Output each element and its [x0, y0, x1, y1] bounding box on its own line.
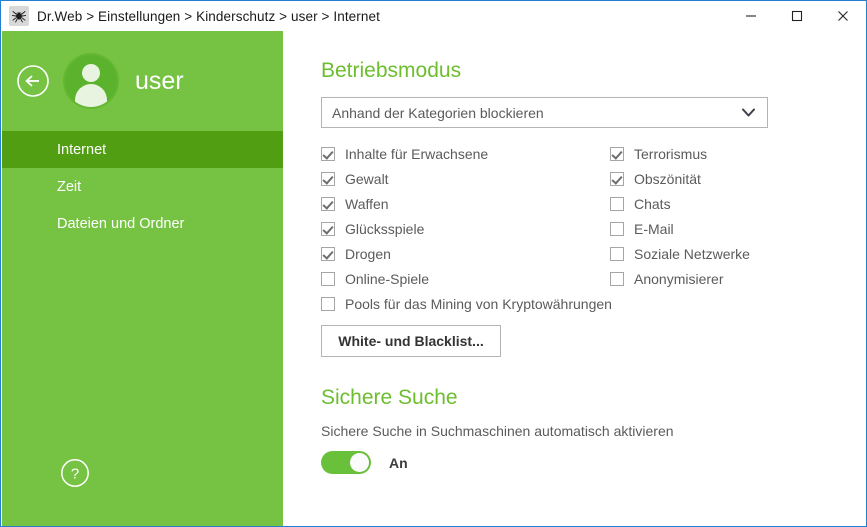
checkbox-soziale-netzwerke[interactable] [610, 246, 624, 261]
checkbox-label: Anonymisierer [634, 270, 724, 287]
sidebar-item-label: Internet [57, 141, 107, 158]
user-name-label: user [135, 66, 184, 95]
checkbox-label: Obszönität [634, 170, 701, 187]
page-title-betriebsmodus: Betriebsmodus [321, 59, 462, 82]
sidebar-item-dateien-und-ordner[interactable]: Dateien und Ordner [2, 205, 283, 242]
checkbox-online-spiele[interactable] [321, 271, 335, 286]
checkbox-e-mail[interactable] [610, 221, 624, 236]
sidebar: user Internet Zeit Dateien und Ordner ? [2, 31, 283, 526]
breadcrumb: Dr.Web > Einstellungen > Kinderschutz > … [37, 8, 380, 24]
sidebar-item-label: Dateien und Ordner [57, 215, 185, 232]
checkbox-label: E-Mail [634, 220, 674, 237]
checkbox-gewalt[interactable] [321, 171, 335, 186]
toggle-knob [350, 453, 369, 472]
svg-text:?: ? [71, 466, 79, 483]
close-icon[interactable] [820, 1, 866, 31]
checkbox-row[interactable]: Soziale Netzwerke [610, 241, 750, 266]
checkbox-anonymisierer[interactable] [610, 271, 624, 286]
white-und-blacklist-button[interactable]: White- und Blacklist... [321, 325, 501, 357]
checkbox-pools-mining-kryptowaehrungen[interactable] [321, 296, 335, 311]
spider-icon [9, 6, 29, 26]
sichere-suche-toggle[interactable] [321, 451, 371, 474]
checkbox-label: Waffen [345, 195, 389, 212]
checkbox-row[interactable]: Glücksspiele [321, 216, 612, 241]
checkbox-label: Glücksspiele [345, 220, 425, 237]
checkbox-row[interactable]: Waffen [321, 191, 612, 216]
checkbox-row[interactable]: Drogen [321, 241, 612, 266]
sidebar-nav: Internet Zeit Dateien und Ordner [2, 131, 283, 242]
checkbox-row[interactable]: Chats [610, 191, 750, 216]
category-column-right: Terrorismus Obszönität Chats E-Mail Sozi… [610, 141, 750, 291]
checkbox-row[interactable]: Inhalte für Erwachsene [321, 141, 612, 166]
checkbox-label: Gewalt [345, 170, 389, 187]
checkbox-row[interactable]: Anonymisierer [610, 266, 750, 291]
title-bar: Dr.Web > Einstellungen > Kinderschutz > … [1, 1, 866, 31]
checkbox-label: Pools für das Mining von Kryptowährungen [345, 295, 612, 312]
sichere-suche-description: Sichere Suche in Suchmaschinen automatis… [321, 423, 674, 439]
main-content: Betriebsmodus Anhand der Kategorien bloc… [283, 31, 865, 525]
sidebar-user-header: user [2, 31, 283, 131]
sidebar-item-label: Zeit [57, 178, 82, 195]
checkbox-label: Soziale Netzwerke [634, 245, 750, 262]
betriebsmodus-select[interactable]: Anhand der Kategorien blockieren [321, 97, 768, 128]
checkbox-label: Chats [634, 195, 671, 212]
checkbox-row[interactable]: E-Mail [610, 216, 750, 241]
sidebar-item-zeit[interactable]: Zeit [2, 168, 283, 205]
dr-web-settings-window: Dr.Web > Einstellungen > Kinderschutz > … [0, 0, 867, 527]
help-question-icon[interactable]: ? [60, 458, 90, 488]
checkbox-row[interactable]: Terrorismus [610, 141, 750, 166]
minimize-icon[interactable] [728, 1, 774, 31]
toggle-state-label: An [389, 454, 408, 471]
checkbox-row[interactable]: Pools für das Mining von Kryptowährungen [321, 291, 612, 316]
checkbox-inhalte-fuer-erwachsene[interactable] [321, 146, 335, 161]
checkbox-gluecksspiele[interactable] [321, 221, 335, 236]
checkbox-row[interactable]: Online-Spiele [321, 266, 612, 291]
checkbox-row[interactable]: Gewalt [321, 166, 612, 191]
maximize-icon[interactable] [774, 1, 820, 31]
chevron-down-icon [742, 108, 755, 117]
window-controls [728, 1, 866, 31]
checkbox-waffen[interactable] [321, 196, 335, 211]
avatar-body [75, 84, 107, 107]
checkbox-terrorismus[interactable] [610, 146, 624, 161]
user-avatar-icon [63, 53, 119, 109]
avatar-head [82, 64, 100, 82]
checkbox-label: Terrorismus [634, 145, 708, 162]
checkbox-label: Drogen [345, 245, 391, 262]
checkbox-label: Inhalte für Erwachsene [345, 145, 489, 162]
page-title-sichere-suche: Sichere Suche [321, 386, 458, 409]
checkbox-drogen[interactable] [321, 246, 335, 261]
checkbox-obszoenitaet[interactable] [610, 171, 624, 186]
checkbox-row[interactable]: Obszönität [610, 166, 750, 191]
category-column-left: Inhalte für Erwachsene Gewalt Waffen Glü… [321, 141, 612, 316]
checkbox-label: Online-Spiele [345, 270, 430, 287]
checkbox-chats[interactable] [610, 196, 624, 211]
betriebsmodus-select-value: Anhand der Kategorien blockieren [332, 104, 544, 121]
back-arrow-icon[interactable] [16, 64, 50, 98]
sidebar-item-internet[interactable]: Internet [2, 131, 283, 168]
sichere-suche-toggle-row: An [321, 451, 408, 474]
